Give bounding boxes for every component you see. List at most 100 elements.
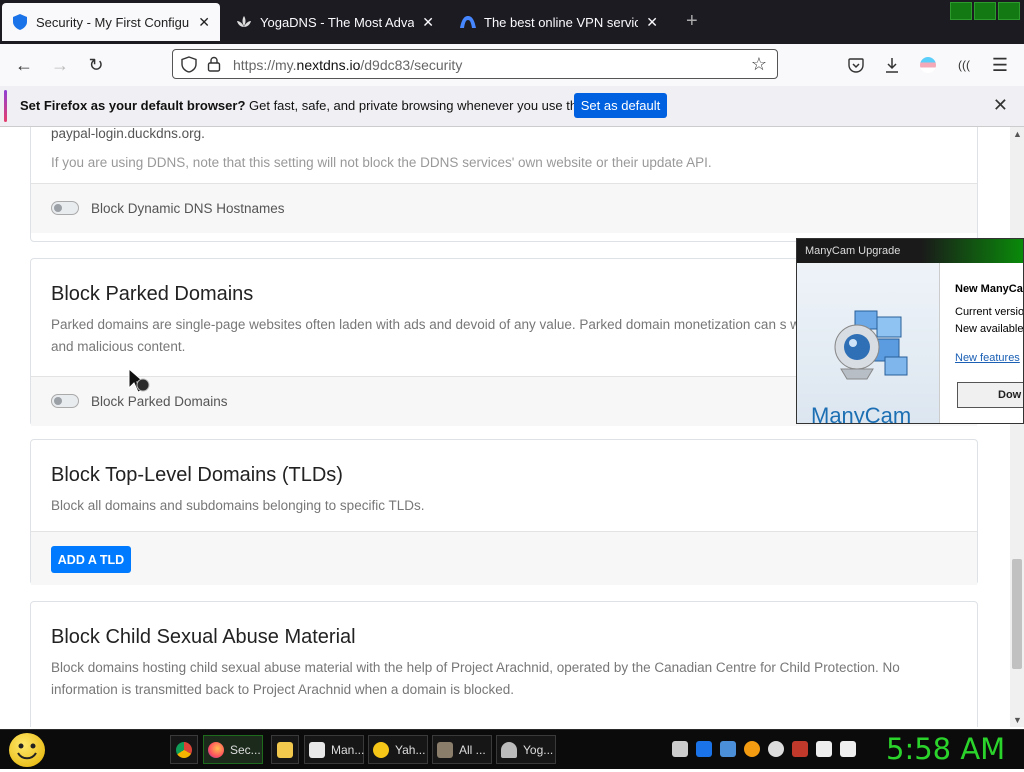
tab-title: The best online VPN service for — [484, 14, 639, 30]
app-icon — [437, 741, 453, 758]
popup-titlebar: ManyCam Upgrade — [797, 239, 1023, 263]
manycam-logo: ManyCam — [811, 403, 912, 424]
taskbar-task-firefox[interactable]: Sec... — [203, 735, 263, 764]
csam-card: Block Child Sexual Abuse Material Block … — [30, 601, 978, 727]
webcam-icon — [827, 307, 913, 396]
tld-card: Block Top-Level Domains (TLDs) Block all… — [30, 439, 978, 585]
tray-flag-icon[interactable] — [792, 741, 808, 757]
task-label: All ... — [459, 742, 486, 757]
tld-desc: Block all domains and subdomains belongi… — [51, 498, 425, 513]
back-arrow-icon[interactable]: ← — [11, 52, 37, 78]
tray-volume-icon[interactable] — [840, 741, 856, 757]
forward-arrow-icon[interactable]: → — [47, 52, 73, 78]
tray-network-icon[interactable] — [720, 741, 736, 757]
window-controls — [950, 2, 1020, 20]
ddns-partial-text: paypal-login.duckdns.org. — [51, 127, 205, 141]
taskbar-clock[interactable]: 5:58 AM — [886, 732, 1005, 766]
yahoo-smiley-icon — [373, 741, 389, 758]
close-tab-icon[interactable]: ✕ — [646, 14, 658, 31]
system-tray — [672, 741, 856, 757]
tld-title: Block Top-Level Domains (TLDs) — [51, 464, 343, 486]
taskbar-folder-icon[interactable] — [271, 735, 299, 764]
download-icon[interactable] — [879, 52, 905, 78]
close-window-button[interactable] — [998, 2, 1020, 20]
lotus-icon — [236, 14, 252, 30]
scroll-down-arrow-icon[interactable]: ▼ — [1013, 715, 1022, 725]
bookmark-star-icon[interactable]: ☆ — [751, 54, 767, 75]
menu-icon[interactable]: ☰ — [987, 52, 1013, 78]
reload-icon[interactable]: ↻ — [83, 52, 109, 78]
popup-current-version: Current versio — [955, 306, 1024, 318]
close-tab-icon[interactable]: ✕ — [422, 14, 434, 31]
maximize-button[interactable] — [974, 2, 996, 20]
taskbar-task-yahoo[interactable]: Yah... — [368, 735, 428, 764]
url-bar[interactable]: https://my.nextdns.io/d9dc83/security ☆ — [172, 49, 778, 79]
ddns-note: If you are using DDNS, note that this se… — [51, 155, 712, 170]
tray-search-icon[interactable] — [744, 741, 760, 757]
url-prefix: https://my. — [233, 57, 297, 73]
block-ddns-toggle[interactable] — [51, 201, 79, 215]
tab-vpn[interactable]: The best online VPN service for ✕ — [450, 3, 668, 41]
notification-text: Get fast, safe, and private browsing whe… — [245, 98, 616, 113]
taskbar: Sec... Man... Yah... All ... Yog... 5:58… — [0, 729, 1024, 769]
new-tab-button[interactable]: + — [686, 10, 698, 33]
taskbar-chrome-icon[interactable] — [170, 735, 198, 764]
extensions-icon[interactable]: ((( — [951, 52, 977, 78]
navigation-toolbar: ← → ↻ https://my.nextdns.io/d9dc83/secur… — [0, 44, 1024, 87]
csam-title: Block Child Sexual Abuse Material — [51, 626, 356, 648]
block-parked-label[interactable]: Block Parked Domains — [91, 394, 228, 409]
set-as-default-button[interactable]: Set as default — [574, 93, 667, 118]
taskbar-task-manycam[interactable]: Man... — [304, 735, 364, 764]
tab-security[interactable]: Security - My First Configuratio ✕ — [2, 3, 220, 41]
firefox-icon — [208, 741, 224, 758]
taskbar-task-yogadns[interactable]: Yog... — [496, 735, 556, 764]
manycam-upgrade-popup: ManyCam Upgrade ManyCam New ManyCa Curre… — [796, 238, 1024, 424]
taskbar-task-all[interactable]: All ... — [432, 735, 492, 764]
tray-smiley-icon[interactable] — [768, 741, 784, 757]
scroll-up-arrow-icon[interactable]: ▲ — [1013, 129, 1022, 139]
tld-card-footer: ADD A TLD — [31, 531, 977, 585]
tray-monitor-icon[interactable] — [816, 741, 832, 757]
tab-yogadns[interactable]: YogaDNS - The Most Advanced ✕ — [226, 3, 444, 41]
tray-lotus-icon[interactable] — [672, 741, 688, 757]
lock-icon[interactable] — [207, 56, 221, 77]
close-tab-icon[interactable]: ✕ — [198, 14, 210, 31]
popup-download-button[interactable]: Dow — [957, 382, 1023, 408]
parked-domains-title: Block Parked Domains — [51, 283, 254, 305]
mouse-cursor-icon — [128, 367, 156, 399]
tab-title: Security - My First Configuratio — [36, 14, 190, 30]
lotus-icon — [501, 741, 517, 758]
account-icon[interactable] — [915, 52, 941, 78]
tray-shield-icon[interactable] — [696, 741, 712, 757]
task-label: Yog... — [523, 742, 554, 757]
page-scrollbar[interactable]: ▲ ▼ — [1010, 127, 1024, 727]
notification-accent — [4, 90, 7, 122]
notification-bold: Set Firefox as your default browser? — [20, 98, 246, 113]
document-icon — [309, 741, 325, 758]
start-smiley-icon[interactable] — [9, 733, 45, 767]
notification-message: Set Firefox as your default browser? Get… — [20, 98, 615, 113]
block-parked-toggle[interactable] — [51, 394, 79, 408]
default-browser-notification: Set Firefox as your default browser? Get… — [0, 86, 1024, 127]
add-tld-button[interactable]: ADD A TLD — [51, 546, 131, 573]
tracking-shield-icon[interactable] — [181, 56, 197, 78]
vpn-mountain-icon — [460, 14, 476, 30]
ddns-card: paypal-login.duckdns.org. If you are usi… — [30, 127, 978, 242]
csam-desc: Block domains hosting child sexual abuse… — [51, 660, 900, 697]
url-domain: nextdns.io — [296, 57, 361, 73]
task-label: Yah... — [395, 742, 426, 757]
browser-tab-strip: Security - My First Configuratio ✕ YogaD… — [0, 0, 1024, 44]
pocket-icon[interactable] — [843, 52, 869, 78]
scrollbar-thumb[interactable] — [1012, 559, 1022, 669]
url-path: /d9dc83/security — [360, 57, 463, 73]
close-notification-icon[interactable]: ✕ — [993, 95, 1008, 116]
tab-title: YogaDNS - The Most Advanced — [260, 14, 415, 30]
popup-new-features-link[interactable]: New features — [955, 352, 1020, 364]
popup-logo-panel: ManyCam — [797, 263, 940, 424]
url-text: https://my.nextdns.io/d9dc83/security — [233, 57, 462, 73]
minimize-button[interactable] — [950, 2, 972, 20]
nextdns-shield-icon — [12, 14, 28, 30]
ddns-card-footer: Block Dynamic DNS Hostnames — [31, 183, 977, 233]
page-content: paypal-login.duckdns.org. If you are usi… — [0, 127, 1010, 727]
block-ddns-label[interactable]: Block Dynamic DNS Hostnames — [91, 201, 285, 216]
